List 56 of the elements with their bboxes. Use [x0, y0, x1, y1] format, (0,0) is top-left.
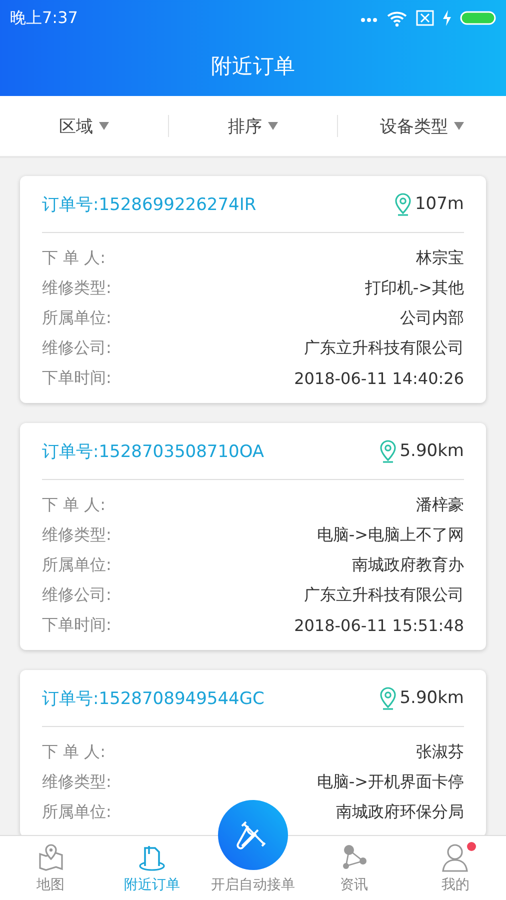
- distance-text: 107m: [414, 194, 464, 214]
- nav-tab[interactable]: 我的: [404, 836, 506, 900]
- field-label: 维修类型:: [42, 278, 112, 298]
- dropdown-caret-icon: [268, 122, 278, 130]
- field-value: 2018-06-11 15:51:48: [294, 616, 464, 634]
- field-label: 维修公司:: [42, 338, 112, 358]
- tools-button-icon[interactable]: [218, 800, 288, 870]
- field-label: 下 单 人:: [42, 742, 106, 762]
- sim-icon: [416, 10, 434, 26]
- person-icon: [440, 842, 470, 872]
- order-number: 订单号:1528699226274IR: [42, 194, 256, 216]
- field-label: 维修类型:: [42, 772, 112, 792]
- field-value: 南城政府教育办: [352, 554, 464, 576]
- wifi-icon: [386, 9, 408, 27]
- field-label: 下 单 人:: [42, 248, 106, 268]
- field-label: 所属单位:: [42, 554, 112, 576]
- filter-dropdown[interactable]: 设备类型: [337, 115, 506, 137]
- nav-tab[interactable]: 开启自动接单: [211, 876, 295, 894]
- field-label: 维修类型:: [42, 524, 112, 546]
- field-value: 广东立升科技有限公司: [304, 584, 464, 606]
- field-value: 公司内部: [400, 308, 464, 328]
- field-label: 维修公司:: [42, 584, 112, 606]
- distance-text: 5.90km: [400, 441, 464, 461]
- charging-icon: [442, 10, 452, 26]
- field-label: 下单时间:: [42, 614, 112, 636]
- field-value: 南城政府环保分局: [336, 802, 464, 822]
- status-time: 晚上7:37: [10, 8, 78, 28]
- nav-tab[interactable]: 地图: [0, 836, 102, 900]
- page-title: 附近订单: [211, 53, 295, 80]
- field-value: 打印机->其他: [364, 278, 464, 298]
- field-label: 下 单 人:: [42, 494, 106, 516]
- battery-icon: [460, 11, 496, 25]
- filter-dropdown[interactable]: 排序: [168, 115, 337, 137]
- order-card[interactable]: 订单号:1528708949544GC 5.90km 下 单 人: 张淑芬 维修类型: 电脑->开机界面卡停 所属单位: 南城政府环保分局: [20, 670, 486, 835]
- order-number: 订单号:1528708949544GC: [42, 688, 264, 710]
- location-pin-icon: [378, 439, 398, 463]
- field-value: 2018-06-11 14:40:26: [294, 368, 464, 388]
- order-card[interactable]: 订单号:1528699226274IR 107m 下 单 人: 林宗宝 维修类型: 打印机->其他 所属单位: 公司内部 维修公司: 广东立升科技有限公司 下单时间: 2018-06-11 14:40:26: [20, 176, 486, 403]
- order-card[interactable]: 订单号:1528703508710OA 5.90km 下 单 人: 潘梓豪 维修类型: 电脑->电脑上不了网 所属单位: 南城政府教育办 维修公司: 广东立升科技有限公司 下单时间: 2018-06-11 15:51:48: [20, 423, 486, 650]
- distance-text: 5.90km: [400, 688, 464, 708]
- nav-tab[interactable]: 资讯: [304, 836, 405, 900]
- location-pin-icon: [392, 192, 413, 216]
- field-value: 张淑芬: [416, 742, 464, 762]
- order-number: 订单号:1528703508710OA: [42, 440, 264, 462]
- field-value: 广东立升科技有限公司: [304, 338, 464, 358]
- field-value: 电脑->开机界面卡停: [316, 772, 464, 792]
- field-label: 所属单位:: [42, 308, 112, 328]
- dropdown-caret-icon: [99, 122, 109, 130]
- field-label: 下单时间:: [42, 368, 112, 388]
- field-value: 电脑->电脑上不了网: [316, 524, 464, 546]
- field-value: 林宗宝: [416, 248, 464, 268]
- filter-dropdown[interactable]: 区域: [0, 115, 168, 137]
- location-pin-icon: [378, 686, 398, 710]
- field-value: 潘梓豪: [416, 494, 464, 516]
- field-label: 所属单位:: [42, 802, 112, 822]
- dropdown-caret-icon: [454, 122, 464, 130]
